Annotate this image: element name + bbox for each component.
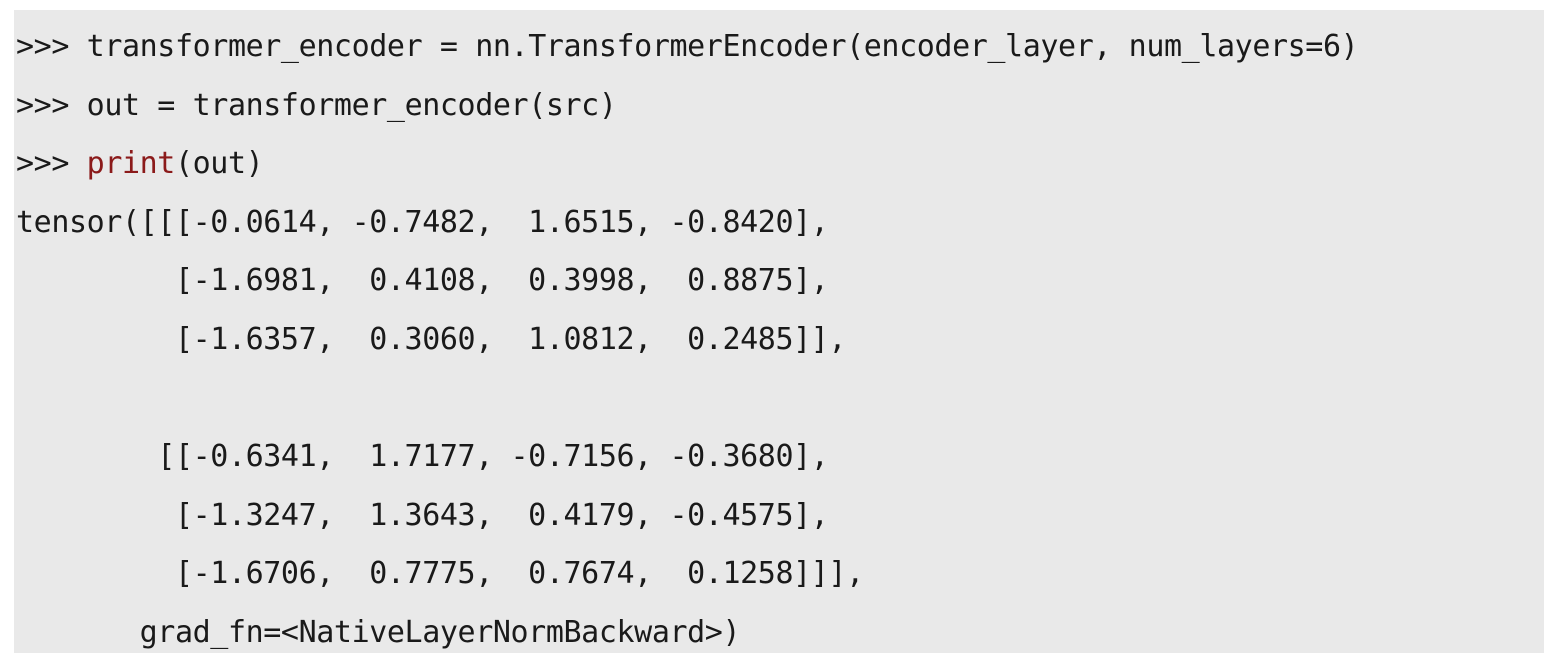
code-line-3: >>> print(out) bbox=[16, 135, 1544, 194]
prompt: >>> bbox=[16, 146, 87, 182]
code-text: (out) bbox=[174, 146, 264, 182]
code-line-2: >>> out = transformer_encoder(src) bbox=[16, 77, 1544, 136]
output-line-3: [-1.6357, 0.3060, 1.0812, 0.2485]], bbox=[16, 321, 847, 357]
code-text: transformer_encoder = nn.TransformerEnco… bbox=[86, 29, 1359, 64]
output-line-4 bbox=[16, 370, 1544, 429]
output-line-2: [-1.6981, 0.4108, 0.3998, 0.8875], bbox=[16, 263, 829, 299]
code-line-1: >>> transformer_encoder = nn.Transformer… bbox=[16, 18, 1544, 77]
code-text: out = transformer_encoder(src) bbox=[86, 87, 617, 123]
output-line-7: [-1.6706, 0.7775, 0.7674, 0.1258]]], bbox=[16, 556, 864, 592]
output-line-6: [-1.3247, 1.3643, 0.4179, -0.4575], bbox=[16, 497, 829, 533]
builtin-print: print bbox=[86, 146, 176, 182]
output-line-8: grad_fn=<NativeLayerNormBackward>) bbox=[16, 614, 741, 650]
prompt: >>> bbox=[16, 29, 87, 64]
code-block: >>> transformer_encoder = nn.Transformer… bbox=[14, 10, 1544, 653]
output-line-5: [[-0.6341, 1.7177, -0.7156, -0.3680], bbox=[16, 439, 829, 475]
prompt: >>> bbox=[16, 87, 87, 123]
output-line-1: tensor([[[-0.0614, -0.7482, 1.6515, -0.8… bbox=[16, 204, 829, 240]
